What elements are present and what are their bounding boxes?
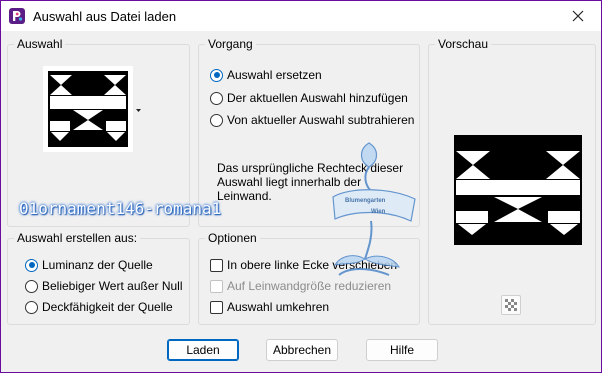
group-label-vorgang: Vorgang	[205, 37, 256, 51]
app-icon	[9, 8, 25, 24]
radio-beliebiger-wert[interactable]: Beliebiger Wert außer Null	[25, 278, 183, 294]
checkbox-indicator	[210, 258, 223, 272]
radio-auswahl-subtrahieren[interactable]: Von aktueller Auswahl subtrahieren	[210, 112, 414, 128]
close-button[interactable]	[555, 1, 601, 31]
group-label-vorschau: Vorschau	[435, 37, 492, 51]
radio-label: Luminanz der Quelle	[42, 258, 153, 272]
help-button[interactable]: Hilfe	[366, 339, 438, 361]
radio-indicator	[210, 68, 223, 82]
dialog-window: Auswahl aus Datei laden Auswahl Vorgang …	[0, 0, 602, 373]
cancel-button[interactable]: Abbrechen	[266, 339, 338, 361]
window-title: Auswahl aus Datei laden	[33, 9, 177, 24]
checkbox-label: Auswahl umkehren	[227, 300, 330, 314]
radio-label: Beliebiger Wert außer Null	[42, 279, 183, 293]
selection-name-overlay: 01ornament146-romana1	[19, 199, 222, 218]
watermark-stamp: Blumengarten Wien	[329, 135, 419, 295]
load-button[interactable]: Laden	[167, 339, 239, 361]
group-label-optionen: Optionen	[205, 231, 260, 245]
radio-label: Auswahl ersetzen	[227, 68, 322, 82]
close-icon	[572, 10, 584, 22]
flower-ornament-icon	[332, 142, 416, 276]
group-label-auswahl: Auswahl	[14, 37, 66, 51]
radio-label: Deckfähigkeit der Quelle	[42, 300, 173, 314]
checkbox-indicator	[210, 300, 223, 314]
title-bar[interactable]: Auswahl aus Datei laden	[1, 1, 601, 31]
selection-thumbnail	[43, 66, 141, 152]
radio-indicator	[25, 258, 38, 272]
group-label-erstellen: Auswahl erstellen aus:	[14, 231, 141, 245]
stamp-text-1: Blumengarten	[345, 198, 386, 204]
radio-indicator	[210, 113, 223, 127]
stamp-text-2: Wien	[371, 209, 386, 215]
radio-auswahl-hinzufuegen[interactable]: Der aktuellen Auswahl hinzufügen	[210, 90, 408, 106]
checkbox-auswahl-umkehren[interactable]: Auswahl umkehren	[210, 299, 329, 315]
radio-deckfaehigkeit[interactable]: Deckfähigkeit der Quelle	[25, 299, 173, 315]
radio-indicator	[25, 279, 38, 293]
dialog-client: Auswahl Vorgang Auswahl ersetzen Der akt…	[1, 31, 601, 372]
radio-indicator	[25, 300, 38, 314]
checkerboard-icon	[505, 299, 517, 311]
checkbox-indicator	[210, 279, 223, 293]
radio-label: Von aktueller Auswahl subtrahieren	[227, 113, 415, 127]
preview-image	[454, 135, 582, 245]
preview-selection-shape	[456, 151, 580, 235]
transparency-toggle-button[interactable]	[501, 295, 521, 315]
radio-label: Der aktuellen Auswahl hinzufügen	[227, 91, 408, 105]
selection-thumbnail-picker[interactable]	[43, 66, 141, 152]
radio-indicator	[210, 91, 223, 105]
radio-auswahl-ersetzen[interactable]: Auswahl ersetzen	[210, 67, 322, 83]
radio-luminanz[interactable]: Luminanz der Quelle	[25, 257, 153, 273]
